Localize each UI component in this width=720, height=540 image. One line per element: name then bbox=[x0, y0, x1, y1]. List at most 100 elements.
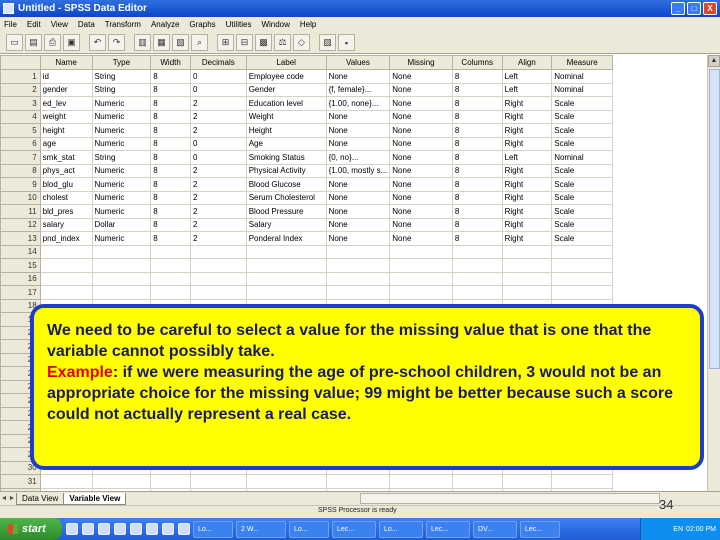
cell-values[interactable]: None bbox=[325, 69, 391, 84]
row-number[interactable]: 11 bbox=[0, 204, 41, 219]
cell-align[interactable]: Right bbox=[501, 123, 553, 138]
taskbar-item[interactable]: 2 W... bbox=[236, 520, 286, 538]
cell-measure[interactable]: Nominal bbox=[551, 150, 613, 165]
cell-name[interactable] bbox=[39, 285, 93, 300]
quicklaunch-ie-icon[interactable] bbox=[82, 523, 94, 535]
cell-decimals[interactable] bbox=[189, 258, 247, 273]
menu-edit[interactable]: Edit bbox=[27, 20, 41, 29]
cell-align[interactable]: Right bbox=[501, 231, 553, 246]
save-icon[interactable]: ▤ bbox=[25, 34, 42, 51]
cell-columns[interactable]: 8 bbox=[451, 109, 503, 124]
cell-type[interactable] bbox=[91, 258, 152, 273]
cell-width[interactable]: 8 bbox=[150, 150, 191, 165]
cell-decimals[interactable]: 2 bbox=[189, 163, 247, 178]
cell-measure[interactable]: Scale bbox=[551, 123, 613, 138]
cell-missing[interactable]: None bbox=[389, 231, 453, 246]
cell-measure[interactable] bbox=[551, 271, 613, 286]
cell-columns[interactable]: 8 bbox=[451, 190, 503, 205]
taskbar-item[interactable]: Lec... bbox=[520, 520, 560, 538]
cell-missing[interactable]: None bbox=[389, 123, 453, 138]
cell-width[interactable] bbox=[150, 285, 191, 300]
tab-next-icon[interactable]: ► bbox=[8, 495, 16, 502]
cell-type[interactable]: Numeric bbox=[91, 204, 152, 219]
cell-measure[interactable]: Scale bbox=[551, 231, 613, 246]
cell-missing[interactable]: None bbox=[389, 96, 453, 111]
cell-type[interactable]: String bbox=[91, 150, 152, 165]
cell-align[interactable] bbox=[501, 244, 553, 259]
col-header-decimals[interactable]: Decimals bbox=[189, 55, 247, 70]
quicklaunch-desktop-icon[interactable] bbox=[66, 523, 78, 535]
row-number[interactable]: 7 bbox=[0, 150, 41, 165]
menu-transform[interactable]: Transform bbox=[105, 20, 141, 29]
cell-decimals[interactable]: 2 bbox=[189, 177, 247, 192]
cell-values[interactable]: {1.00, mostly s... bbox=[325, 163, 391, 178]
cell-values[interactable]: None bbox=[325, 190, 391, 205]
cell-values[interactable] bbox=[325, 474, 391, 489]
cell-align[interactable]: Right bbox=[501, 217, 553, 232]
cell-name[interactable]: id bbox=[39, 69, 93, 84]
cell-width[interactable] bbox=[150, 271, 191, 286]
cell-label[interactable]: Employee code bbox=[245, 69, 327, 84]
cell-width[interactable]: 8 bbox=[150, 123, 191, 138]
cell-align[interactable]: Right bbox=[501, 177, 553, 192]
cell-measure[interactable]: Scale bbox=[551, 217, 613, 232]
cell-label[interactable] bbox=[245, 271, 327, 286]
cell-columns[interactable] bbox=[451, 244, 503, 259]
cell-columns[interactable]: 8 bbox=[451, 204, 503, 219]
maximize-button[interactable]: □ bbox=[687, 2, 701, 15]
menu-graphs[interactable]: Graphs bbox=[189, 20, 215, 29]
cell-name[interactable]: age bbox=[39, 136, 93, 151]
insert-variable-icon[interactable]: ⊟ bbox=[236, 34, 253, 51]
value-labels-icon[interactable]: ▨ bbox=[319, 34, 336, 51]
cell-type[interactable]: String bbox=[91, 69, 152, 84]
cell-label[interactable]: Height bbox=[245, 123, 327, 138]
cell-type[interactable]: Dollar bbox=[91, 217, 152, 232]
cell-type[interactable] bbox=[91, 474, 152, 489]
cell-align[interactable] bbox=[501, 285, 553, 300]
cell-missing[interactable]: None bbox=[389, 217, 453, 232]
menu-help[interactable]: Help bbox=[300, 20, 316, 29]
cell-values[interactable] bbox=[325, 258, 391, 273]
cell-align[interactable]: Right bbox=[501, 163, 553, 178]
dialog-recall-icon[interactable]: ▣ bbox=[63, 34, 80, 51]
quicklaunch-media-icon[interactable] bbox=[98, 523, 110, 535]
cell-width[interactable]: 8 bbox=[150, 69, 191, 84]
cell-columns[interactable]: 8 bbox=[451, 123, 503, 138]
language-indicator[interactable]: EN bbox=[673, 526, 683, 533]
row-number[interactable]: 1 bbox=[0, 69, 41, 84]
cell-name[interactable]: weight bbox=[39, 109, 93, 124]
cell-width[interactable]: 8 bbox=[150, 109, 191, 124]
insert-case-icon[interactable]: ⊞ bbox=[217, 34, 234, 51]
cell-decimals[interactable]: 0 bbox=[189, 82, 247, 97]
cell-width[interactable]: 8 bbox=[150, 82, 191, 97]
cell-values[interactable]: None bbox=[325, 231, 391, 246]
col-header-type[interactable]: Type bbox=[91, 55, 152, 70]
close-button[interactable]: X bbox=[703, 2, 717, 15]
cell-decimals[interactable]: 2 bbox=[189, 96, 247, 111]
cell-name[interactable]: pnd_index bbox=[39, 231, 93, 246]
menu-view[interactable]: View bbox=[51, 20, 68, 29]
quicklaunch-app-icon[interactable] bbox=[114, 523, 126, 535]
cell-decimals[interactable]: 0 bbox=[189, 150, 247, 165]
row-number[interactable]: 2 bbox=[0, 82, 41, 97]
row-number[interactable]: 4 bbox=[0, 109, 41, 124]
cell-type[interactable]: Numeric bbox=[91, 177, 152, 192]
cell-measure[interactable]: Scale bbox=[551, 177, 613, 192]
quicklaunch-ppt-icon[interactable] bbox=[178, 523, 190, 535]
cell-name[interactable]: gender bbox=[39, 82, 93, 97]
col-header-columns[interactable]: Columns bbox=[451, 55, 503, 70]
cell-width[interactable]: 8 bbox=[150, 217, 191, 232]
cell-align[interactable]: Right bbox=[501, 96, 553, 111]
cell-measure[interactable]: Scale bbox=[551, 204, 613, 219]
cell-width[interactable]: 8 bbox=[150, 136, 191, 151]
cell-missing[interactable]: None bbox=[389, 109, 453, 124]
row-number[interactable]: 3 bbox=[0, 96, 41, 111]
cell-measure[interactable]: Scale bbox=[551, 163, 613, 178]
find-icon[interactable]: ⌕ bbox=[191, 34, 208, 51]
cell-label[interactable] bbox=[245, 258, 327, 273]
use-sets-icon[interactable]: ▪ bbox=[338, 34, 355, 51]
row-number[interactable]: 13 bbox=[0, 231, 41, 246]
cell-width[interactable]: 8 bbox=[150, 163, 191, 178]
cell-decimals[interactable] bbox=[189, 271, 247, 286]
cell-columns[interactable]: 8 bbox=[451, 150, 503, 165]
